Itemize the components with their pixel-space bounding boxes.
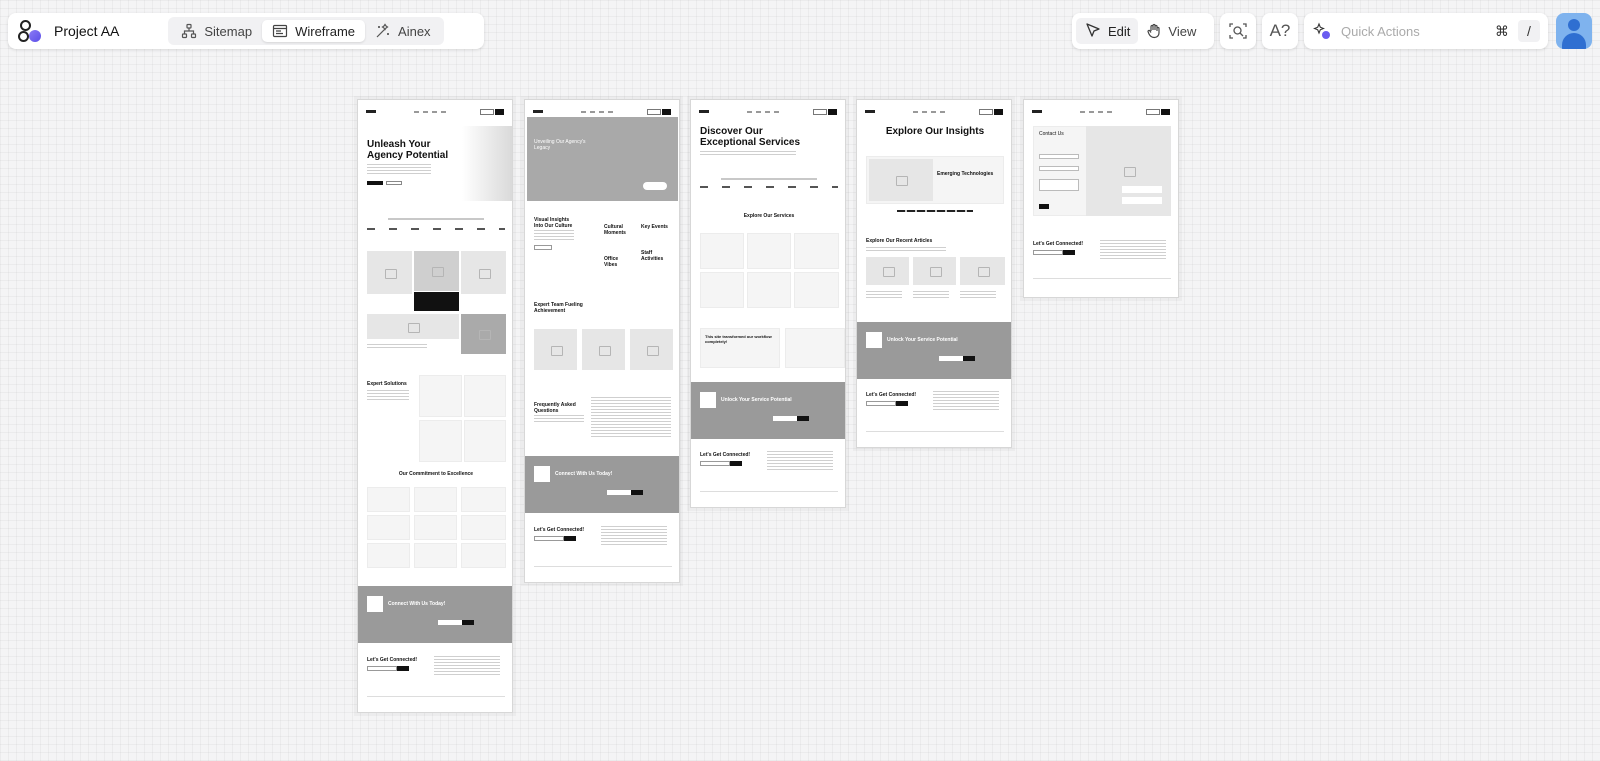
section-title: Let's Get Connected! bbox=[1033, 241, 1084, 247]
section-title: Let's Get Connected! bbox=[534, 527, 585, 533]
sparkle-icon bbox=[1313, 22, 1330, 39]
edit-mode-button[interactable]: Edit bbox=[1076, 18, 1139, 44]
wireframe-page-insights[interactable]: Explore Our Insights Emerging Technologi… bbox=[856, 99, 1012, 448]
wireframe-icon bbox=[272, 24, 288, 38]
wireframe-page-services[interactable]: Discover Our Exceptional Services Explor… bbox=[690, 99, 846, 508]
find-button[interactable] bbox=[1220, 13, 1256, 49]
page-nav bbox=[1032, 109, 1170, 115]
tab-sitemap-label: Sitemap bbox=[204, 23, 253, 39]
page-nav bbox=[366, 109, 504, 115]
section-title: Expert Solutions bbox=[367, 381, 407, 387]
find-icon bbox=[1229, 23, 1247, 39]
project-header: Project AA Sitemap Wireframe Ainex bbox=[8, 13, 484, 49]
section-title: Staff Activities bbox=[641, 250, 664, 262]
wireframe-page-home[interactable]: Unleash Your Agency Potential Expert Sol… bbox=[357, 99, 513, 713]
hand-icon bbox=[1147, 23, 1161, 39]
page-nav bbox=[865, 109, 1003, 115]
page-nav bbox=[533, 109, 671, 115]
view-mode-label: View bbox=[1168, 23, 1197, 39]
command-key-icon: ⌘ bbox=[1495, 22, 1509, 39]
page-nav bbox=[699, 109, 837, 115]
tab-ainex-label: Ainex bbox=[398, 23, 431, 39]
edit-mode-label: Edit bbox=[1108, 23, 1131, 39]
tab-wireframe[interactable]: Wireframe bbox=[262, 20, 366, 42]
page-headline: Explore Our Insights bbox=[885, 126, 985, 137]
mode-switcher: Edit View bbox=[1072, 13, 1214, 49]
section-title: Explore Our Services bbox=[743, 213, 795, 219]
slash-key: / bbox=[1518, 20, 1540, 42]
view-mode-button[interactable]: View bbox=[1138, 18, 1204, 44]
quick-actions-bar[interactable]: Quick Actions ⌘ / bbox=[1304, 13, 1548, 49]
project-name[interactable]: Project AA bbox=[54, 23, 119, 39]
font-tool-button[interactable]: A? bbox=[1262, 13, 1298, 49]
section-title: Key Events bbox=[641, 224, 668, 230]
sitemap-icon bbox=[182, 23, 197, 39]
ainex-icon bbox=[376, 23, 390, 38]
user-avatar[interactable] bbox=[1556, 13, 1592, 49]
tab-wireframe-label: Wireframe bbox=[295, 23, 356, 39]
page-headline: Contact Us bbox=[1039, 131, 1064, 137]
section-title: Office Vibes bbox=[604, 256, 619, 268]
tab-sitemap[interactable]: Sitemap bbox=[171, 20, 262, 42]
wireframe-page-about[interactable]: Unveiling Our Agency's Legacy Visual Ins… bbox=[524, 99, 680, 583]
cursor-icon bbox=[1086, 23, 1100, 37]
section-title: Unlock Your Service Potential bbox=[721, 397, 792, 403]
tab-ainex[interactable]: Ainex bbox=[365, 20, 441, 42]
section-title: Let's Get Connected! bbox=[367, 657, 418, 663]
page-headline: Unleash Your Agency Potential bbox=[367, 139, 449, 161]
testimonial-quote: This site transformed our workflow compl… bbox=[705, 334, 772, 344]
featured-article-title: Emerging Technologies bbox=[937, 171, 994, 177]
user-icon bbox=[1568, 19, 1580, 31]
section-title: Visual Insights Into Our Culture bbox=[534, 217, 573, 229]
app-logo-icon[interactable] bbox=[18, 19, 42, 43]
section-title: Expert Team Fueling Achievement bbox=[534, 302, 583, 314]
section-title: Connect With Us Today! bbox=[555, 471, 613, 477]
view-tabs: Sitemap Wireframe Ainex bbox=[168, 17, 444, 45]
page-headline: Discover Our Exceptional Services bbox=[700, 126, 801, 148]
section-title: Frequently Asked Questions bbox=[534, 402, 576, 414]
font-tool-label: A? bbox=[1269, 21, 1291, 40]
section-title: Cultural Moments bbox=[604, 224, 626, 236]
section-title: Let's Get Connected! bbox=[866, 392, 917, 398]
section-title: Let's Get Connected! bbox=[700, 452, 751, 458]
section-title: Connect With Us Today! bbox=[388, 601, 446, 607]
page-headline: Unveiling Our Agency's Legacy bbox=[534, 139, 586, 151]
wireframe-page-contact[interactable]: Contact Us Let's Get Connected! bbox=[1023, 99, 1179, 298]
section-title: Unlock Your Service Potential bbox=[887, 337, 958, 343]
quick-actions-placeholder: Quick Actions bbox=[1341, 23, 1420, 39]
section-title: Explore Our Recent Articles bbox=[866, 238, 933, 244]
section-title: Our Commitment to Excellence bbox=[398, 471, 474, 477]
